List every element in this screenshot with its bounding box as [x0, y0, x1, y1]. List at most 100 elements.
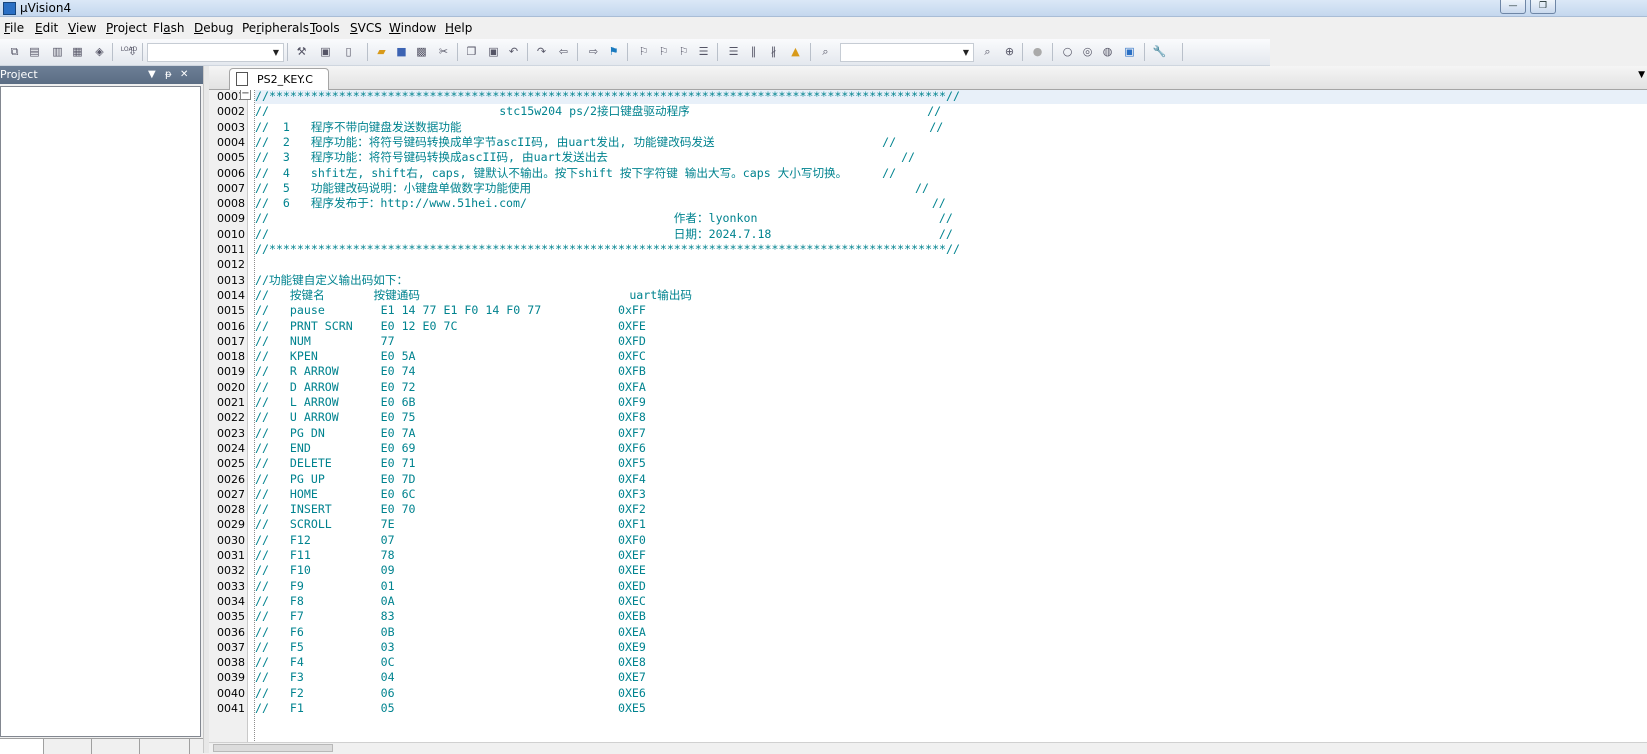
menu-item-peripherals[interactable]: Peripherals: [242, 21, 309, 35]
configure-icon[interactable]: 🔧: [1152, 44, 1167, 59]
menu-item-svcs[interactable]: SVCS: [350, 21, 382, 35]
next-bookmark-icon[interactable]: ⚐: [656, 44, 671, 59]
code-text[interactable]: // F9 01 0XED: [255, 579, 646, 594]
save-icon[interactable]: ■: [394, 44, 409, 59]
code-text[interactable]: // F11 78 0XEF: [255, 548, 646, 563]
code-text[interactable]: // KPEN E0 5A 0XFC: [255, 349, 646, 364]
code-text[interactable]: // 6 程序发布于：http://www.51hei.com/ //: [255, 196, 946, 211]
code-text[interactable]: // D ARROW E0 72 0XFA: [255, 380, 646, 395]
nav-back-icon[interactable]: ⇦: [556, 44, 571, 59]
code-editor[interactable]: − 0001//********************************…: [209, 90, 1647, 753]
code-text[interactable]: // 4 shfit左, shift右, caps, 键默认不输出。按下shif…: [255, 166, 896, 181]
undo-icon[interactable]: ↶: [506, 44, 521, 59]
batch-build-icon[interactable]: ▦: [70, 44, 85, 59]
build-icon[interactable]: ▤: [27, 44, 42, 59]
menu-item-edit[interactable]: Edit: [35, 21, 58, 35]
breakpoint-icon[interactable]: ●: [1030, 44, 1045, 59]
code-text[interactable]: // F7 83 0XEB: [255, 609, 646, 624]
project-tree[interactable]: [0, 86, 201, 737]
target-select[interactable]: ▼: [147, 43, 284, 62]
find-combo[interactable]: ▼: [840, 43, 974, 62]
code-text[interactable]: // DELETE E0 71 0XF5: [255, 456, 646, 471]
tab-list-dropdown-icon[interactable]: ▼: [1638, 70, 1645, 80]
minimize-button[interactable]: —: [1500, 0, 1526, 14]
debug-icon[interactable]: ⊕: [1002, 44, 1017, 59]
menu-item-debug[interactable]: Debug: [194, 21, 233, 35]
code-text[interactable]: // stc15w204 ps/2接口键盘驱动程序 //: [255, 104, 941, 119]
code-text[interactable]: //**************************************…: [255, 90, 960, 104]
code-text[interactable]: // L ARROW E0 6B 0XF9: [255, 395, 646, 410]
menu-item-project[interactable]: Project: [106, 21, 147, 35]
cut-icon[interactable]: ✂: [436, 44, 451, 59]
horizontal-scrollbar-thumb[interactable]: [213, 744, 333, 752]
save-all-icon[interactable]: ▩: [414, 44, 429, 59]
code-text[interactable]: // F12 07 0XF0: [255, 533, 646, 548]
incremental-find-icon[interactable]: ⌕: [980, 44, 995, 59]
unindent-icon[interactable]: ☰: [726, 44, 741, 59]
code-text[interactable]: // pause E1 14 77 E1 F0 14 F0 77 0xFF: [255, 303, 646, 318]
copy-icon[interactable]: ❐: [464, 44, 479, 59]
indent-icon[interactable]: ☰: [696, 44, 711, 59]
code-text[interactable]: // F10 09 0XEE: [255, 563, 646, 578]
code-text[interactable]: // PG DN E0 7A 0XF7: [255, 426, 646, 441]
restore-button[interactable]: ❐: [1530, 0, 1556, 14]
panel-menu-icon[interactable]: ▼: [148, 68, 156, 81]
code-text[interactable]: // PG UP E0 7D 0XF4: [255, 472, 646, 487]
uncomment-icon[interactable]: ∦: [766, 44, 781, 59]
code-text[interactable]: // 日期：2024.7.18 //: [255, 227, 953, 242]
stop-build-icon[interactable]: ◈: [92, 44, 107, 59]
tab-functions[interactable]: [92, 739, 140, 754]
code-text[interactable]: // 2 程序功能：将符号键码转换成单字节ascII码, 由uart发出, 功能…: [255, 135, 896, 150]
open-file-icon[interactable]: ▰: [374, 44, 389, 59]
code-text[interactable]: // INSERT E0 70 0XF2: [255, 502, 646, 517]
horizontal-scrollbar[interactable]: [209, 742, 1647, 753]
file-tab-ps2-key[interactable]: PS2_KEY.C: [229, 68, 329, 90]
code-text[interactable]: // F8 0A 0XEC: [255, 594, 646, 609]
new-file-icon[interactable]: ▯: [341, 44, 356, 59]
prev-bookmark-icon[interactable]: ⚐: [636, 44, 651, 59]
paste-icon[interactable]: ▣: [486, 44, 501, 59]
pin-icon[interactable]: ᵽ: [165, 68, 172, 81]
code-text[interactable]: // 1 程序不带向键盘发送数据功能 //: [255, 120, 943, 135]
panel-close-icon[interactable]: ✕: [180, 68, 188, 81]
tab-templates[interactable]: [140, 739, 190, 754]
redo-icon[interactable]: ↷: [534, 44, 549, 59]
code-text[interactable]: // F1 05 0XE5: [255, 701, 646, 716]
tab-books[interactable]: [44, 739, 92, 754]
menu-item-file[interactable]: File: [4, 21, 24, 35]
code-text[interactable]: // SCROLL 7E 0XF1: [255, 517, 646, 532]
code-text[interactable]: // F6 0B 0XEA: [255, 625, 646, 640]
find-icon[interactable]: ⌕: [818, 44, 833, 59]
disable-breakpoints-icon[interactable]: ◎: [1080, 44, 1095, 59]
bookmark-icon[interactable]: ⚑: [606, 44, 621, 59]
fold-collapse-icon[interactable]: −: [240, 90, 251, 100]
code-text[interactable]: //功能键自定义输出码如下：: [255, 273, 408, 288]
translate-icon[interactable]: ⧉: [7, 44, 22, 59]
clear-bookmarks-icon[interactable]: ⚐: [676, 44, 691, 59]
code-text[interactable]: // END E0 69 0XF6: [255, 441, 646, 456]
comment-icon[interactable]: ∥: [746, 44, 761, 59]
code-text[interactable]: // 3 程序功能：将符号键码转换成ascII码, 由uart发送出去 //: [255, 150, 915, 165]
menu-item-tools[interactable]: Tools: [310, 21, 340, 35]
menu-item-flash[interactable]: Flash: [153, 21, 184, 35]
code-text[interactable]: // F2 06 0XE6: [255, 686, 646, 701]
menu-item-help[interactable]: Help: [445, 21, 472, 35]
menu-item-window[interactable]: Window: [389, 21, 436, 35]
code-text[interactable]: // F4 0C 0XE8: [255, 655, 646, 670]
code-text[interactable]: // U ARROW E0 75 0XF8: [255, 410, 646, 425]
code-text[interactable]: // 5 功能键改码说明：小键盘单做数字功能使用 //: [255, 181, 929, 196]
code-text[interactable]: // F3 04 0XE7: [255, 670, 646, 685]
window-layout-icon[interactable]: ▣: [1122, 44, 1137, 59]
rebuild-icon[interactable]: ▥: [50, 44, 65, 59]
code-text[interactable]: // F5 03 0XE9: [255, 640, 646, 655]
code-text[interactable]: // R ARROW E0 74 0XFB: [255, 364, 646, 379]
code-text[interactable]: // 作者：lyonkon //: [255, 211, 953, 226]
chevron-down-icon[interactable]: ▼: [270, 45, 282, 60]
nav-forward-icon[interactable]: ⇨: [586, 44, 601, 59]
code-text[interactable]: //**************************************…: [255, 242, 960, 257]
kill-breakpoints-icon[interactable]: ◍: [1100, 44, 1115, 59]
code-text[interactable]: // HOME E0 6C 0XF3: [255, 487, 646, 502]
code-text[interactable]: // NUM 77 0XFD: [255, 334, 646, 349]
code-text[interactable]: // PRNT SCRN E0 12 E0 7C 0XFE: [255, 319, 646, 334]
find-in-files-icon[interactable]: ▲: [788, 44, 803, 59]
